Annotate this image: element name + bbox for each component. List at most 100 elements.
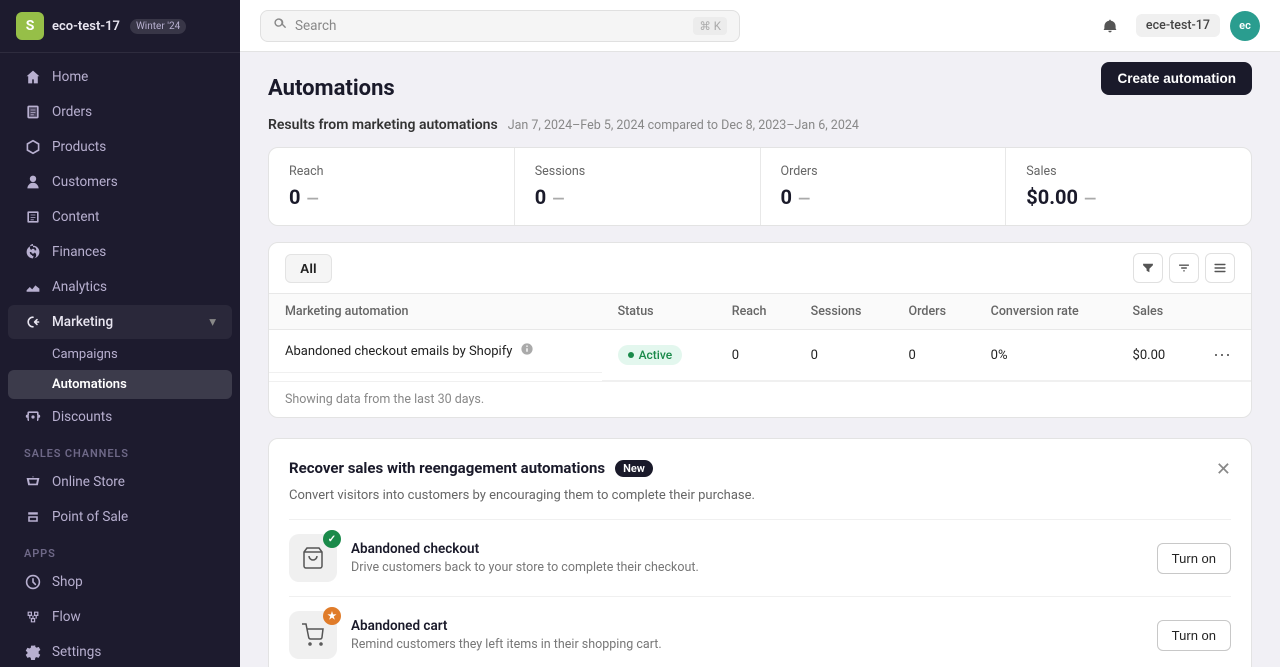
sidebar-item-label: Discounts <box>52 409 112 425</box>
search-shortcut: ⌘ K <box>693 17 727 35</box>
sidebar-item-content[interactable]: Content <box>8 200 232 234</box>
recovery-title-row: Recover sales with reengagement automati… <box>289 459 653 477</box>
sidebar-item-label: Products <box>52 139 106 155</box>
sort-icon-button[interactable] <box>1169 253 1199 283</box>
cell-automation: Abandoned checkout emails by Shopify <box>269 330 602 373</box>
sidebar-item-label: Marketing <box>52 314 113 330</box>
sidebar-item-analytics[interactable]: Analytics <box>8 270 232 304</box>
auto-desc: Remind customers they left items in thei… <box>351 637 1143 652</box>
stat-dash: — <box>552 189 564 208</box>
stats-row: Reach 0 — Sessions 0 — Orders 0 — <box>268 147 1252 226</box>
sidebar-item-label: Point of Sale <box>52 509 128 525</box>
apps-label: Apps <box>0 535 240 564</box>
store-name: eco-test-17 <box>52 19 120 34</box>
season-badge: Winter '24 <box>130 19 186 34</box>
create-automation-container: Create automation <box>1101 62 1252 95</box>
customers-icon <box>24 173 42 191</box>
turn-on-button-0[interactable]: Turn on <box>1157 543 1231 574</box>
auto-desc: Drive customers back to your store to co… <box>351 560 1143 575</box>
sidebar-subitem-automations[interactable]: Automations <box>8 370 232 399</box>
results-header: Results from marketing automations Jan 7… <box>268 117 1252 133</box>
settings-icon <box>24 643 42 661</box>
stat-value: 0 — <box>781 185 986 209</box>
flow-icon <box>24 608 42 626</box>
marketing-icon <box>24 313 42 331</box>
stat-value: $0.00 — <box>1026 185 1231 209</box>
content-area: Automations Results from marketing autom… <box>240 52 1280 667</box>
col-automation: Marketing automation <box>269 294 602 330</box>
sidebar-nav: Home Orders Products Customers <box>0 53 240 667</box>
shopify-logo: S <box>16 12 44 40</box>
dismiss-recovery-button[interactable]: ✕ <box>1216 459 1231 480</box>
sidebar-item-label: Online Store <box>52 474 125 490</box>
row-more-button[interactable]: ⋯ <box>1209 342 1235 368</box>
search-icon <box>273 17 287 35</box>
edit-columns-button[interactable] <box>1205 253 1235 283</box>
create-automation-button[interactable]: Create automation <box>1101 62 1252 95</box>
avatar[interactable]: ec <box>1230 11 1260 41</box>
chevron-down-icon: ▾ <box>209 314 216 330</box>
recovery-description: Convert visitors into customers by encou… <box>289 488 1231 503</box>
sidebar-item-orders[interactable]: Orders <box>8 95 232 129</box>
cell-orders: 0 <box>893 330 975 381</box>
tab-all[interactable]: All <box>285 254 332 283</box>
info-icon[interactable] <box>520 342 534 360</box>
auto-icon-badge-orange: ★ <box>323 607 341 625</box>
cell-conversion: 0% <box>975 330 1117 381</box>
stat-label: Sales <box>1026 164 1231 179</box>
sidebar-subitem-campaigns[interactable]: Campaigns <box>8 340 232 369</box>
sidebar-item-home[interactable]: Home <box>8 60 232 94</box>
col-actions <box>1193 294 1251 330</box>
turn-on-button-1[interactable]: Turn on <box>1157 620 1231 651</box>
sidebar-item-point-of-sale[interactable]: Point of Sale <box>8 500 232 534</box>
home-icon <box>24 68 42 86</box>
stat-label: Orders <box>781 164 986 179</box>
stat-sales: Sales $0.00 — <box>1006 148 1251 225</box>
auto-name: Abandoned cart <box>351 618 1143 634</box>
sidebar-header[interactable]: S eco-test-17 Winter '24 <box>0 0 240 53</box>
stat-value: 0 — <box>289 185 494 209</box>
recovery-card: Recover sales with reengagement automati… <box>268 438 1252 667</box>
sidebar-item-marketing[interactable]: Marketing ▾ <box>8 305 232 339</box>
sidebar-item-online-store[interactable]: Online Store <box>8 465 232 499</box>
stat-label: Sessions <box>535 164 740 179</box>
sidebar-item-label: Automations <box>52 377 127 392</box>
table-card: All Marketing automati <box>268 242 1252 418</box>
auto-text: Abandoned cart Remind customers they lef… <box>351 618 1143 652</box>
cell-sales: $0.00 <box>1117 330 1193 381</box>
automation-item-abandoned-checkout: ✓ Abandoned checkout Drive customers bac… <box>289 519 1231 596</box>
sidebar-item-discounts[interactable]: Discounts <box>8 400 232 434</box>
auto-icon-wrap: ✓ <box>289 534 337 582</box>
stat-dash: — <box>798 189 810 208</box>
col-orders: Orders <box>893 294 975 330</box>
col-status: Status <box>602 294 716 330</box>
sidebar-item-settings[interactable]: Settings <box>8 635 232 667</box>
auto-text: Abandoned checkout Drive customers back … <box>351 541 1143 575</box>
sidebar-item-finances[interactable]: Finances <box>8 235 232 269</box>
stat-value: 0 — <box>535 185 740 209</box>
filter-icon-button[interactable] <box>1133 253 1163 283</box>
sidebar-item-flow[interactable]: Flow <box>8 600 232 634</box>
discounts-icon <box>24 408 42 426</box>
stat-orders: Orders 0 — <box>761 148 1007 225</box>
sidebar-item-label: Content <box>52 209 99 225</box>
table-row: Abandoned checkout emails by Shopify Act… <box>269 330 1251 381</box>
sidebar-item-label: Home <box>52 69 88 85</box>
cell-more[interactable]: ⋯ <box>1193 330 1251 381</box>
sidebar-item-label: Finances <box>52 244 106 260</box>
orders-icon <box>24 103 42 121</box>
sidebar-item-label: Customers <box>52 174 118 190</box>
bell-icon-button[interactable] <box>1094 10 1126 42</box>
topbar: Search ⌘ K ece-test-17 ec <box>240 0 1280 52</box>
sidebar-item-customers[interactable]: Customers <box>8 165 232 199</box>
recovery-header: Recover sales with reengagement automati… <box>289 459 1231 480</box>
sidebar-item-shop[interactable]: Shop <box>8 565 232 599</box>
store-badge[interactable]: ece-test-17 <box>1136 14 1220 37</box>
results-date-range: Jan 7, 2024–Feb 5, 2024 compared to Dec … <box>508 118 859 133</box>
stat-dash: — <box>1084 189 1096 208</box>
search-bar[interactable]: Search ⌘ K <box>260 10 740 42</box>
pos-icon <box>24 508 42 526</box>
auto-icon-badge-green: ✓ <box>323 530 341 548</box>
stat-sessions: Sessions 0 — <box>515 148 761 225</box>
sidebar-item-products[interactable]: Products <box>8 130 232 164</box>
